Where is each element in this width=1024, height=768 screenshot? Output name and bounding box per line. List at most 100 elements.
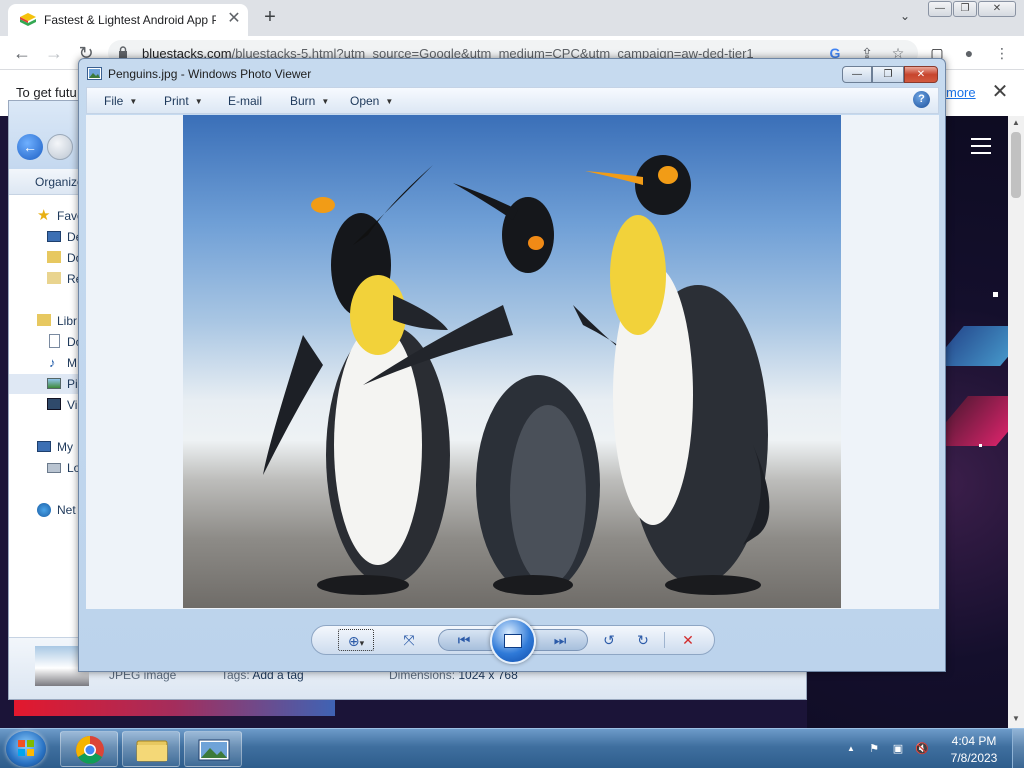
- menu-open[interactable]: Open ▼: [350, 94, 393, 108]
- taskbar-chrome[interactable]: [60, 731, 118, 767]
- chevron-down-icon: ▼: [194, 97, 203, 107]
- nav-item-libraries[interactable]: Libr: [9, 311, 87, 331]
- slideshow-icon: [504, 634, 522, 648]
- nav-item-desktop[interactable]: De: [9, 227, 87, 247]
- chevron-down-icon: ▼: [129, 97, 138, 107]
- viewer-minimize-button[interactable]: —: [842, 66, 872, 83]
- network-status-icon[interactable]: ▣: [890, 741, 906, 757]
- library-icon: [37, 314, 51, 326]
- next-button[interactable]: ⏭: [547, 629, 573, 651]
- clock-date[interactable]: 7/8/2023: [944, 751, 1004, 765]
- nav-item-favorites[interactable]: ★ Favo: [9, 206, 87, 226]
- forward-arrow-icon[interactable]: →: [42, 41, 66, 65]
- nav-item-downloads[interactable]: Do: [9, 248, 87, 268]
- local-disk-icon: [47, 463, 61, 473]
- volume-muted-icon[interactable]: 🔇: [914, 741, 930, 757]
- videos-icon: [47, 398, 61, 410]
- menu-file[interactable]: File ▼: [104, 94, 137, 108]
- network-icon: [37, 503, 51, 517]
- computer-icon: [37, 441, 51, 452]
- music-icon: ♪: [49, 355, 56, 370]
- start-button[interactable]: [6, 731, 46, 767]
- action-center-icon[interactable]: ⚑: [866, 741, 882, 757]
- tab-close-icon[interactable]: ✕: [226, 10, 242, 28]
- nav-item-pictures[interactable]: Pi: [9, 374, 87, 394]
- explorer-back-icon[interactable]: ←: [17, 134, 43, 160]
- profile-avatar-icon[interactable]: ●: [960, 44, 978, 62]
- delete-button[interactable]: ✕: [675, 629, 701, 651]
- back-arrow-icon[interactable]: ←: [10, 41, 34, 65]
- nav-item-local-disk[interactable]: Lo: [9, 458, 87, 478]
- chevron-down-icon: ▾: [359, 638, 365, 648]
- tab-search-chevron-icon[interactable]: ⌄: [895, 6, 915, 26]
- downloads-icon: [47, 251, 61, 263]
- penguins-photo[interactable]: [183, 115, 841, 608]
- viewer-restore-button[interactable]: ❐: [872, 66, 904, 83]
- browser-minimize-button[interactable]: —: [928, 1, 952, 17]
- show-hidden-icons[interactable]: ▲: [843, 741, 859, 757]
- clock-time[interactable]: 4:04 PM: [944, 734, 1004, 748]
- organize-button[interactable]: Organize: [35, 175, 84, 189]
- viewer-title: Penguins.jpg - Windows Photo Viewer: [108, 67, 312, 81]
- nav-item-music[interactable]: ♪ M: [9, 353, 87, 373]
- browser-menu-icon[interactable]: ⋮: [993, 44, 1011, 62]
- show-desktop-button[interactable]: [1012, 729, 1024, 768]
- browser-tab[interactable]: Fastest & Lightest Android App Player ✕: [8, 4, 248, 36]
- rotate-cw-icon: ↻: [637, 632, 649, 648]
- menu-email[interactable]: E-mail: [228, 94, 262, 108]
- windows-logo-icon: [18, 740, 34, 756]
- hamburger-menu-icon[interactable]: [971, 138, 991, 154]
- tab-title: Fastest & Lightest Android App Player: [44, 13, 216, 27]
- slideshow-button[interactable]: [490, 618, 536, 664]
- bluestacks-favicon-icon: [20, 13, 36, 26]
- rotate-clockwise-button[interactable]: ↻: [630, 629, 656, 651]
- photo-viewer-icon: [198, 739, 230, 761]
- star-icon: ★: [37, 207, 51, 224]
- menu-print[interactable]: Print ▼: [164, 94, 203, 108]
- rotate-counterclockwise-button[interactable]: ↺: [596, 629, 622, 651]
- viewer-close-button[interactable]: ✕: [904, 66, 938, 83]
- infobar-close-icon[interactable]: ✕: [990, 80, 1010, 104]
- taskbar-photo-viewer[interactable]: [184, 731, 242, 767]
- viewer-controls-bar: ⊕▾ ⤧ ⏮ ⏭ ↺ ↻ ✕: [311, 618, 715, 664]
- actual-size-button[interactable]: ⤧: [396, 629, 422, 651]
- decorative-dot: [993, 292, 998, 297]
- recent-icon: [47, 272, 61, 284]
- zoom-button[interactable]: ⊕▾: [338, 629, 374, 651]
- photo-viewer-app-icon: [87, 67, 102, 80]
- chevron-down-icon: ▼: [321, 97, 330, 107]
- explorer-forward-icon[interactable]: [47, 134, 73, 160]
- next-icon: ⏭: [553, 632, 567, 648]
- photo-viewer-window: Penguins.jpg - Windows Photo Viewer — ❐ …: [78, 58, 946, 672]
- rotate-ccw-icon: ↺: [603, 632, 615, 648]
- folder-icon: [136, 740, 168, 762]
- chrome-icon: [76, 736, 104, 764]
- previous-button[interactable]: ⏮: [451, 629, 477, 651]
- chevron-down-icon: ▼: [385, 97, 394, 107]
- new-tab-button[interactable]: +: [258, 6, 282, 28]
- nav-item-videos[interactable]: Vi: [9, 395, 87, 415]
- delete-icon: ✕: [682, 632, 694, 648]
- nav-item-recent[interactable]: Re: [9, 269, 87, 289]
- help-icon[interactable]: ?: [913, 91, 930, 108]
- nav-item-computer[interactable]: My: [9, 437, 87, 457]
- promo-banner-strip: [14, 698, 335, 716]
- browser-restore-button[interactable]: ❐: [953, 1, 977, 17]
- browser-close-button[interactable]: ✕: [978, 1, 1016, 17]
- explorer-nav-pane: ★ Favo De Do Re Libr Do ♪ M Pi Vi My Lo …: [9, 196, 87, 636]
- controls-separator: [664, 632, 665, 648]
- taskbar-explorer[interactable]: [122, 731, 180, 767]
- lock-icon: [119, 46, 127, 58]
- actual-size-icon: ⤧: [403, 632, 415, 648]
- menu-burn[interactable]: Burn ▼: [290, 94, 329, 108]
- scroll-up-icon[interactable]: ▲: [1008, 116, 1024, 130]
- nav-item-documents[interactable]: Do: [9, 332, 87, 352]
- infobar-more-link[interactable]: more: [946, 85, 976, 100]
- scrollbar-thumb[interactable]: [1011, 132, 1021, 198]
- documents-icon: [49, 334, 60, 348]
- decorative-dot: [979, 444, 982, 447]
- page-scrollbar[interactable]: ▲ ▼: [1008, 116, 1024, 728]
- scroll-down-icon[interactable]: ▼: [1008, 712, 1024, 726]
- penguins-illustration: [263, 155, 770, 595]
- nav-item-network[interactable]: Net: [9, 500, 87, 520]
